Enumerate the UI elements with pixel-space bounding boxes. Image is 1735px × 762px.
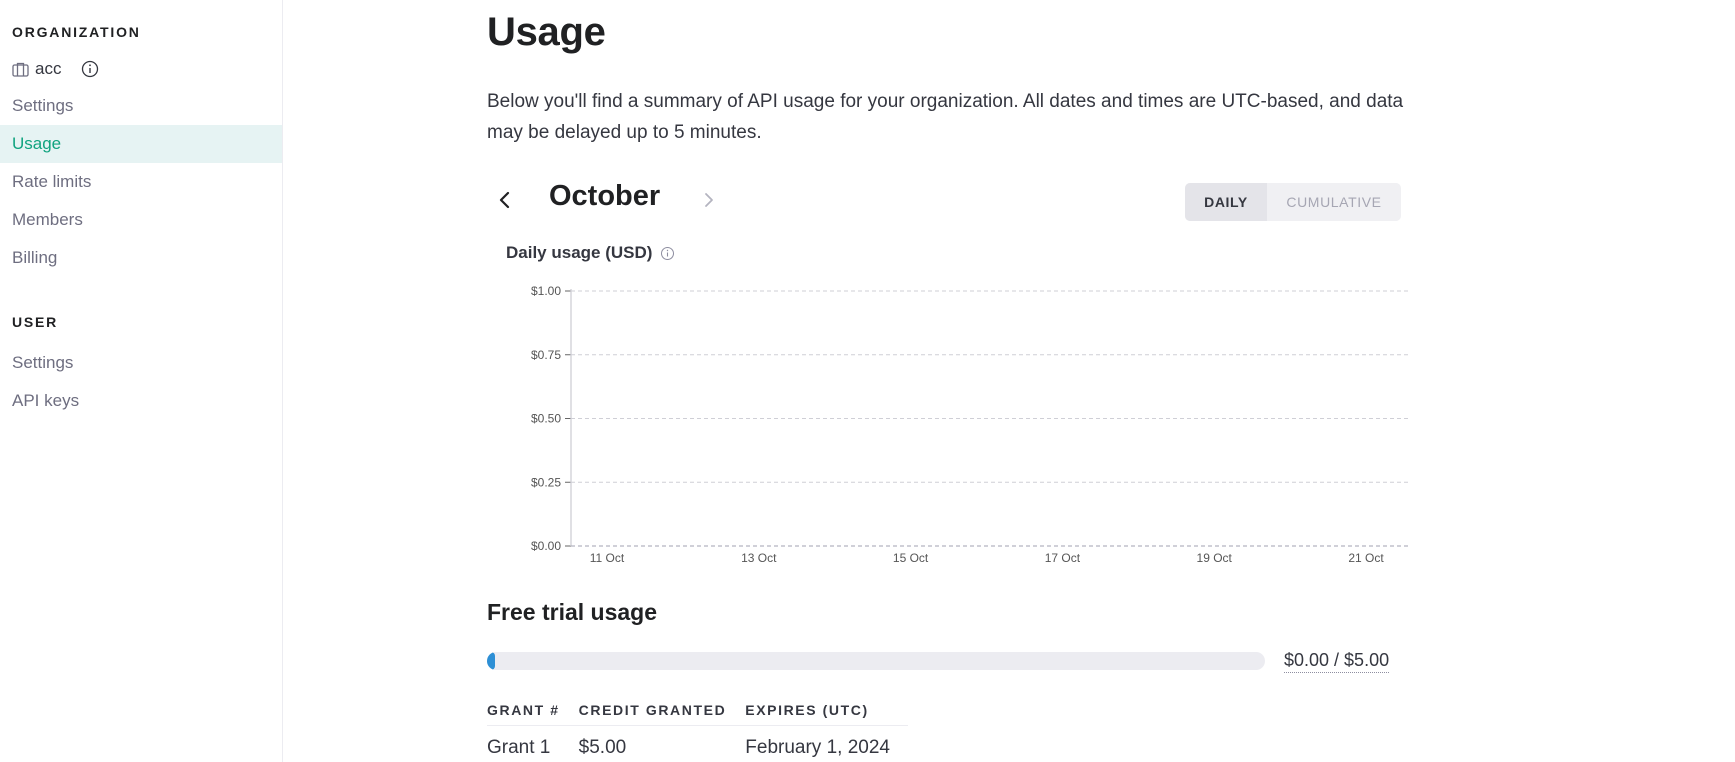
sidebar: ORGANIZATION acc Settings Usage Rate lim… — [0, 0, 283, 762]
x-tick-label: 19 Oct — [1197, 551, 1233, 565]
daily-toggle-button[interactable]: DAILY — [1185, 183, 1267, 221]
chart-title: Daily usage (USD) — [506, 243, 653, 262]
grant-expires-cell: February 1, 2024 — [745, 737, 890, 759]
intro-text: Below you'll find a summary of API usage… — [487, 91, 1404, 143]
month-label: October — [549, 180, 661, 212]
table-row: Grant 1 $5.00 February 1, 2024 — [487, 725, 908, 762]
info-icon[interactable] — [660, 246, 675, 261]
column-header-grant: GRANT # — [487, 695, 579, 726]
chart-header: Daily usage (USD) — [506, 243, 675, 263]
org-name: acc — [35, 59, 62, 78]
x-tick-label: 13 Oct — [741, 551, 777, 565]
y-tick-label: $0.00 — [531, 539, 561, 553]
sidebar-item-usage[interactable]: Usage — [0, 125, 282, 163]
view-toggle: DAILY CUMULATIVE — [1185, 183, 1401, 221]
progress-fill — [487, 652, 495, 670]
sidebar-item-api-keys[interactable]: API keys — [0, 382, 282, 420]
sidebar-item-user-settings[interactable]: Settings — [0, 344, 282, 382]
free-trial-amount[interactable]: $0.00 / $5.00 — [1284, 650, 1390, 673]
grant-name-cell: Grant 1 — [487, 737, 551, 759]
organization-heading: ORGANIZATION — [12, 24, 141, 40]
x-tick-label: 11 Oct — [590, 551, 625, 565]
chevron-left-icon[interactable] — [493, 188, 517, 212]
cumulative-toggle-button[interactable]: CUMULATIVE — [1267, 183, 1401, 221]
x-tick-label: 21 Oct — [1348, 551, 1384, 565]
table-header-row: GRANT # CREDIT GRANTED EXPIRES (UTC) — [487, 695, 908, 726]
user-heading: USER — [12, 314, 59, 330]
y-tick-label: $1.00 — [531, 284, 561, 298]
y-tick-label: $0.75 — [531, 348, 561, 362]
free-trial-progress-bar — [487, 652, 1265, 670]
column-header-expires: EXPIRES (UTC) — [745, 695, 908, 726]
chevron-right-icon[interactable] — [697, 188, 721, 212]
grants-table: GRANT # CREDIT GRANTED EXPIRES (UTC) Gra… — [487, 695, 908, 762]
page-title: Usage — [487, 10, 606, 54]
x-tick-label: 15 Oct — [893, 551, 929, 565]
sidebar-item-billing[interactable]: Billing — [0, 239, 282, 277]
briefcase-icon — [12, 62, 29, 77]
org-selector[interactable]: acc — [12, 56, 99, 82]
info-icon[interactable] — [81, 60, 99, 78]
y-tick-label: $0.25 — [531, 475, 561, 489]
grant-credit-cell: $5.00 — [578, 737, 627, 759]
sidebar-item-rate-limits[interactable]: Rate limits — [0, 163, 282, 201]
free-trial-title: Free trial usage — [487, 599, 658, 625]
x-tick-label: 17 Oct — [1045, 551, 1081, 565]
daily-usage-chart: $0.00 $0.25 $0.50 $0.75 $1.00 11 Oct 13 Oct 15 … — [531, 284, 1409, 565]
sidebar-item-members[interactable]: Members — [0, 201, 282, 239]
y-tick-label: $0.50 — [531, 412, 561, 426]
column-header-credit: CREDIT GRANTED — [578, 695, 746, 726]
sidebar-item-org-settings[interactable]: Settings — [0, 87, 282, 125]
